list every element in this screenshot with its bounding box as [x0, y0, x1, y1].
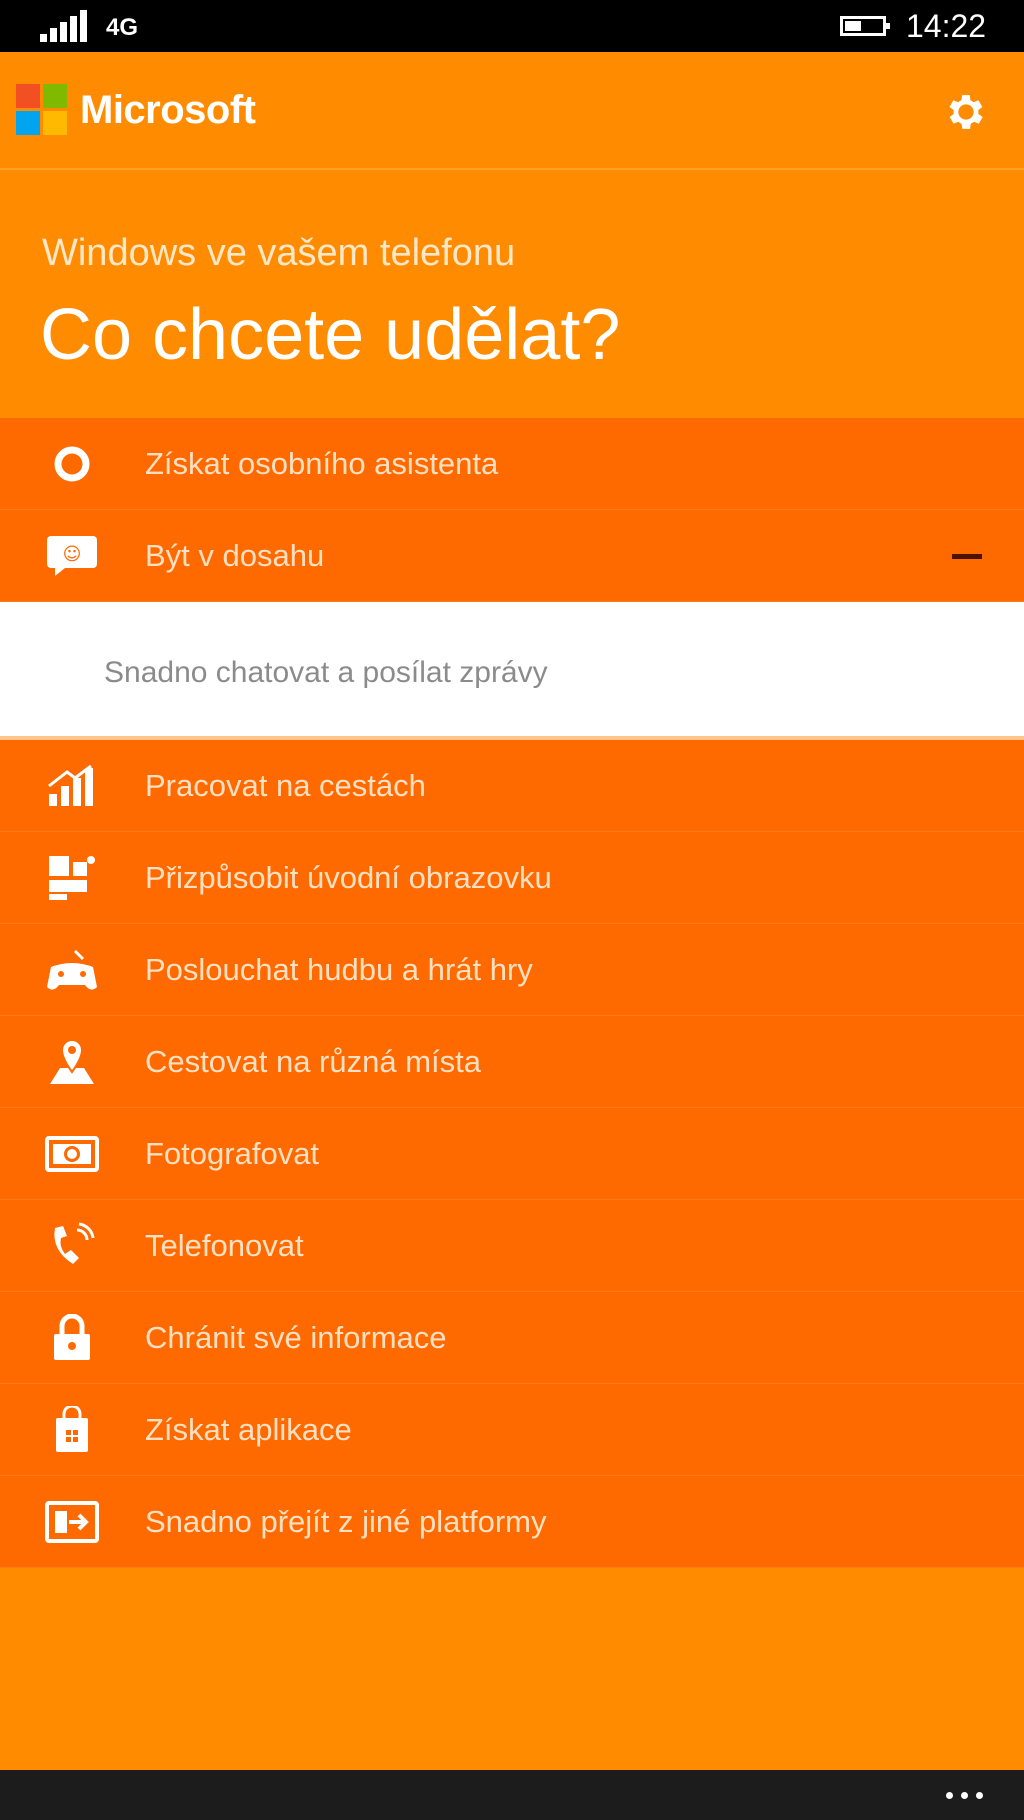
collapse-toggle[interactable] — [950, 540, 984, 572]
page-title: Co chcete udělat? — [40, 295, 621, 375]
start-tiles-icon — [44, 854, 100, 902]
list-item-security[interactable]: Chránit své informace — [0, 1292, 1024, 1384]
signal-strength-icon — [40, 10, 90, 42]
list-item-label: Pracovat na cestách — [145, 768, 426, 803]
list-item-label: Přizpůsobit úvodní obrazovku — [145, 860, 552, 895]
battery-icon — [840, 16, 890, 36]
more-dots-icon — [945, 1791, 953, 1799]
map-pin-icon — [44, 1038, 100, 1086]
minus-icon — [952, 553, 982, 559]
more-options-button[interactable] — [934, 1780, 994, 1810]
list-item-label: Získat osobního asistenta — [145, 446, 499, 481]
app-header: Microsoft — [0, 52, 1024, 168]
list-item-apps[interactable]: Získat aplikace — [0, 1384, 1024, 1476]
status-time: 14:22 — [906, 8, 987, 44]
list-item-label: Telefonovat — [145, 1228, 304, 1263]
list-item-label: Cestovat na různá místa — [145, 1044, 481, 1079]
settings-button[interactable] — [936, 82, 996, 142]
lock-icon — [44, 1314, 100, 1362]
cortana-icon — [44, 440, 100, 488]
app-bar — [0, 1770, 1024, 1820]
chat-icon: ☺ — [44, 532, 100, 580]
expanded-panel: Snadno chatovat a posílat zprávy — [0, 602, 1024, 740]
svg-text:☺: ☺ — [63, 544, 82, 565]
list-item-label: Být v dosahu — [145, 538, 325, 573]
office-chart-icon — [44, 762, 100, 810]
list-item-calls[interactable]: Telefonovat — [0, 1200, 1024, 1292]
network-type: 4G — [106, 14, 139, 41]
microsoft-logo-icon — [16, 84, 68, 136]
brand-name: Microsoft — [80, 88, 256, 132]
list-item-stay-connected[interactable]: ☺ Být v dosahu — [0, 510, 1024, 602]
store-bag-icon — [44, 1406, 100, 1454]
feature-list: Získat osobního asistenta ☺ Být v dosahu… — [0, 418, 1024, 1568]
gear-icon — [949, 95, 983, 129]
list-item-music-games[interactable]: Poslouchat hudbu a hrát hry — [0, 924, 1024, 1016]
more-dot — [975, 1791, 983, 1799]
list-item-label: Fotografovat — [145, 1136, 320, 1171]
list-item-photos[interactable]: Fotografovat — [0, 1108, 1024, 1200]
more-dot — [960, 1791, 968, 1799]
gamepad-icon — [44, 946, 100, 994]
transfer-icon — [44, 1498, 100, 1546]
camera-icon — [44, 1130, 100, 1178]
phone-icon — [44, 1222, 100, 1270]
list-item-label: Snadno přejít z jiné platformy — [145, 1504, 547, 1539]
list-item-switch-platform[interactable]: Snadno přejít z jiné platformy — [0, 1476, 1024, 1568]
list-item-work[interactable]: Pracovat na cestách — [0, 740, 1024, 832]
list-item-start-screen[interactable]: Přizpůsobit úvodní obrazovku — [0, 832, 1024, 924]
list-item-label: Chránit své informace — [145, 1320, 447, 1355]
list-item-travel[interactable]: Cestovat na různá místa — [0, 1016, 1024, 1108]
hero-subtitle: Windows ve vašem telefonu — [42, 232, 516, 274]
status-bar: 4G 14:22 — [0, 0, 1024, 52]
list-item-label: Získat aplikace — [145, 1412, 352, 1447]
sub-item-chat[interactable]: Snadno chatovat a posílat zprávy — [104, 656, 548, 690]
hero: Windows ve vašem telefonu Co chcete uděl… — [0, 170, 1024, 418]
list-item-label: Poslouchat hudbu a hrát hry — [145, 952, 533, 987]
list-item-assistant[interactable]: Získat osobního asistenta — [0, 418, 1024, 510]
